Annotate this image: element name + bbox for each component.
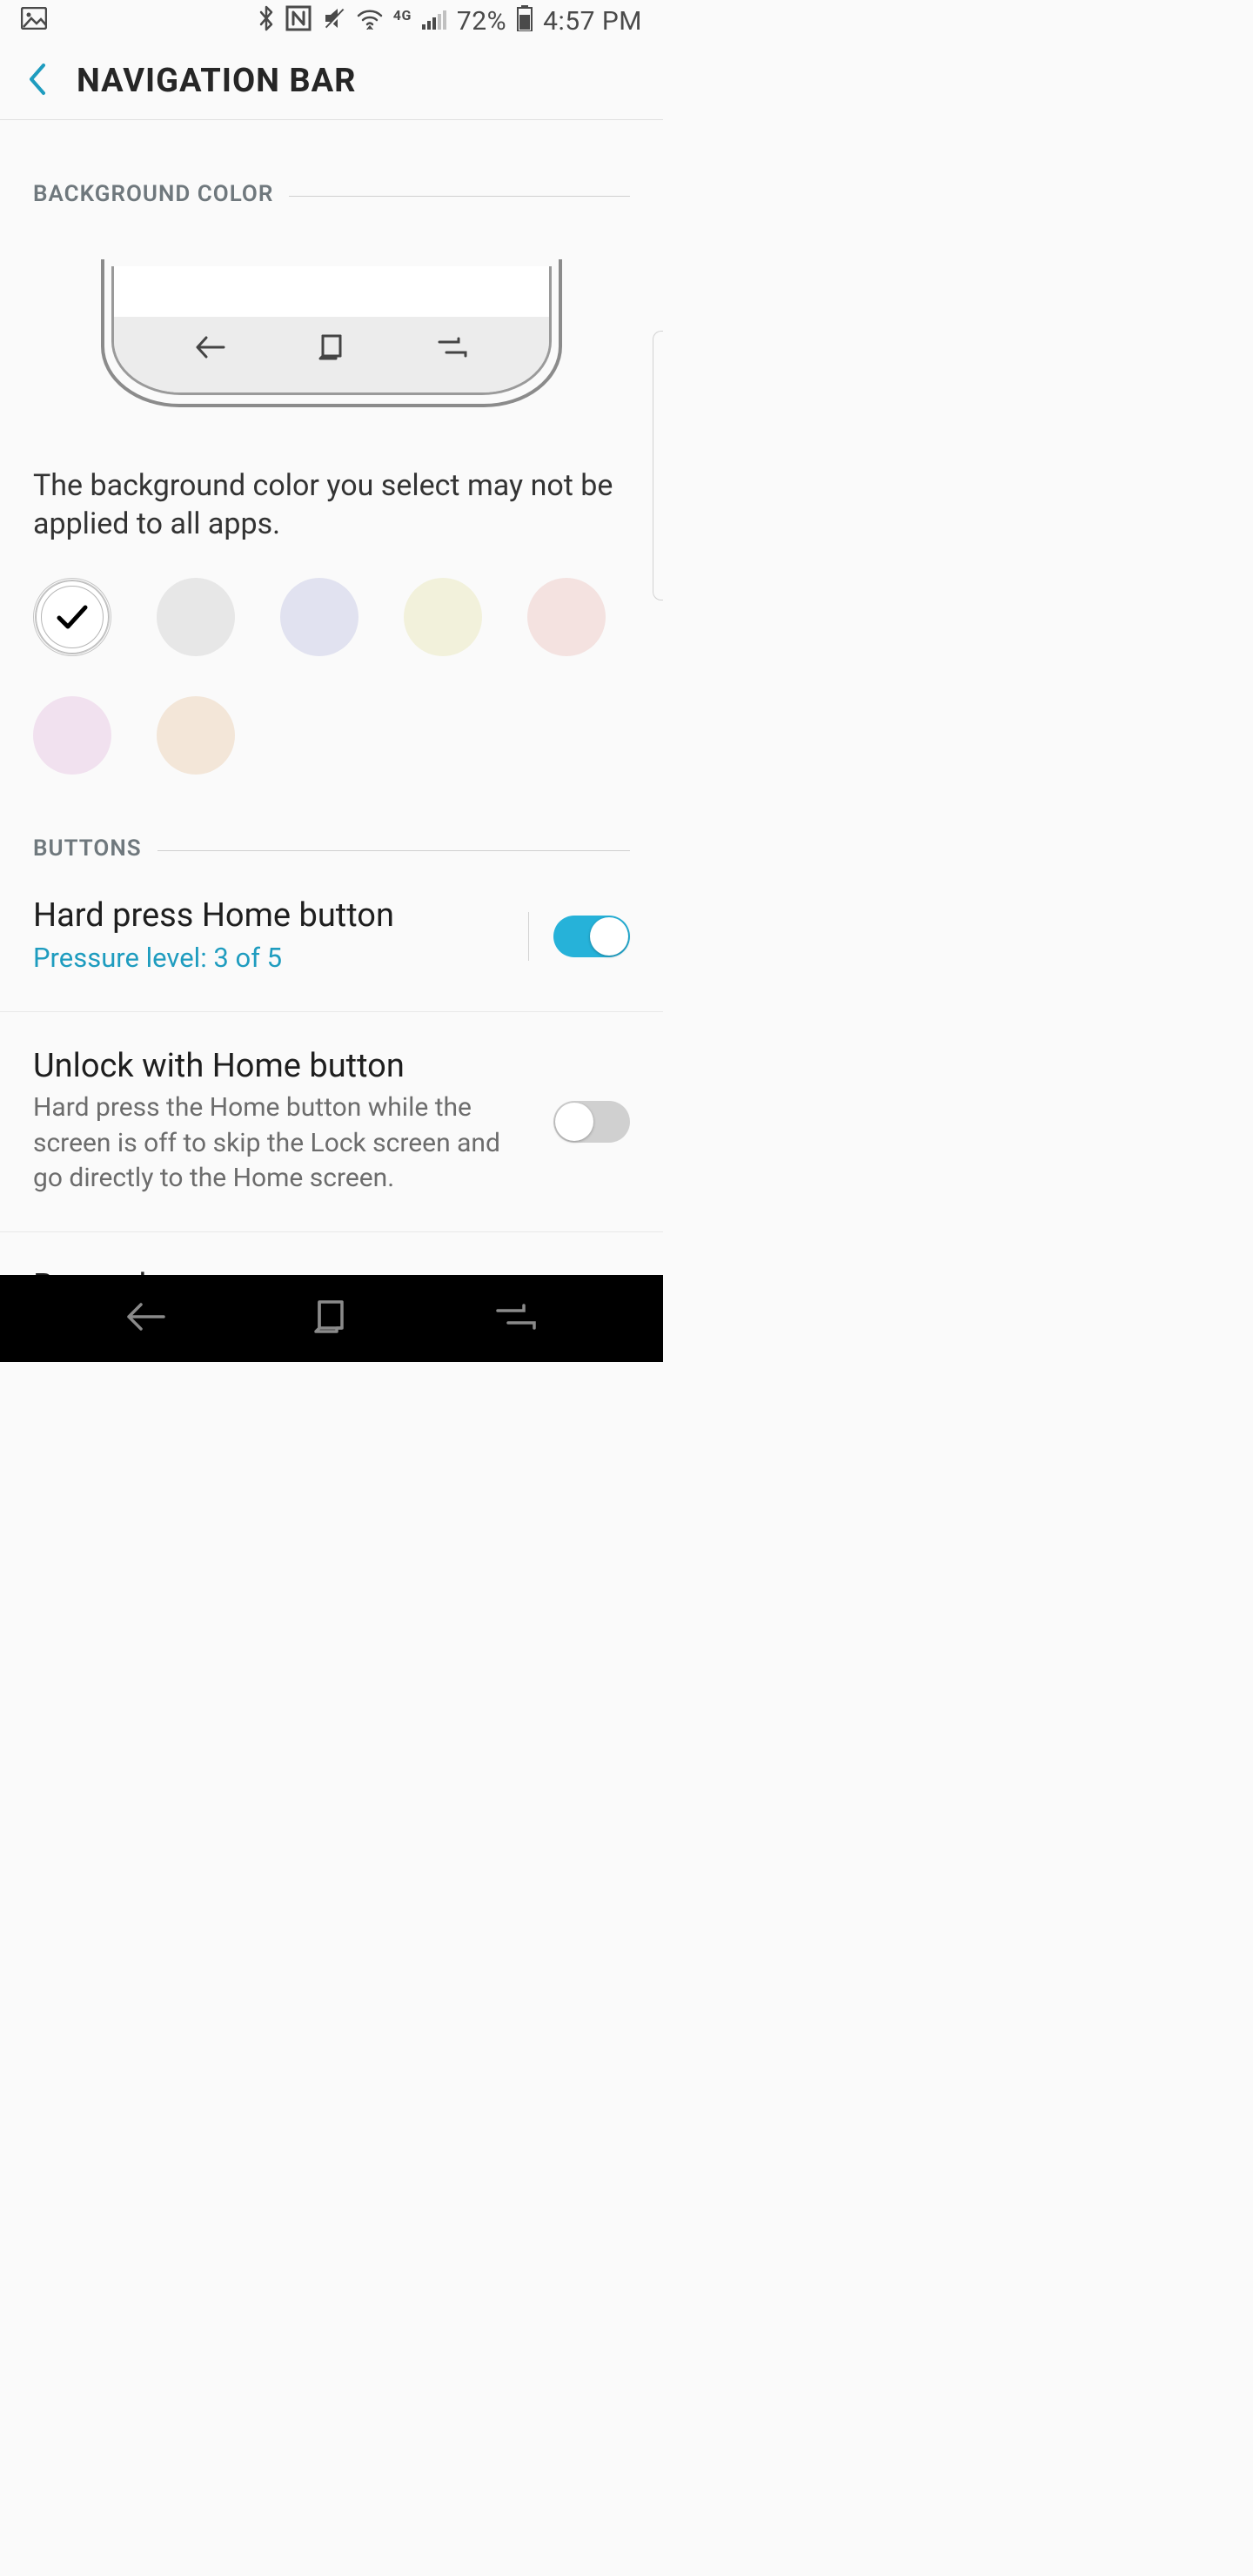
color-swatch-0[interactable] bbox=[33, 578, 111, 656]
mute-icon bbox=[322, 6, 346, 37]
divider bbox=[528, 912, 529, 961]
back-icon[interactable] bbox=[26, 62, 49, 100]
nav-back-icon[interactable] bbox=[125, 1299, 167, 1338]
color-swatch-4[interactable] bbox=[527, 578, 606, 656]
nav-home-icon[interactable] bbox=[313, 1299, 348, 1338]
nav-recents-icon[interactable] bbox=[494, 1301, 538, 1336]
divider bbox=[289, 196, 630, 197]
status-bar: 4G 72% 4:57 PM bbox=[0, 0, 663, 42]
row-title: Hard press Home button bbox=[33, 896, 511, 935]
system-nav-bar bbox=[0, 1275, 663, 1362]
section-header-background: BACKGROUND COLOR bbox=[33, 181, 630, 207]
preview-home-icon bbox=[318, 334, 345, 364]
clock: 4:57 PM bbox=[543, 6, 642, 37]
row-subtitle: Pressure level: 3 of 5 bbox=[33, 940, 511, 976]
network-type-label: 4G bbox=[393, 7, 412, 23]
row-subtitle: Hard press the Home button while the scr… bbox=[33, 1090, 536, 1197]
divider bbox=[157, 850, 630, 851]
color-swatch-6[interactable] bbox=[157, 696, 235, 775]
row-button-layout[interactable]: Button layout Back - Home - Recents bbox=[0, 1232, 663, 1275]
signal-icon bbox=[422, 7, 446, 36]
bluetooth-icon bbox=[258, 5, 275, 37]
color-swatch-3[interactable] bbox=[404, 578, 482, 656]
color-swatch-5[interactable] bbox=[33, 696, 111, 775]
wifi-icon bbox=[357, 7, 383, 36]
app-bar: NAVIGATION BAR bbox=[0, 42, 663, 120]
color-swatch-2[interactable] bbox=[280, 578, 358, 656]
color-swatch-1[interactable] bbox=[157, 578, 235, 656]
battery-percent: 72% bbox=[457, 6, 506, 37]
section-header-buttons-label: BUTTONS bbox=[33, 835, 142, 862]
section-header-buttons: BUTTONS bbox=[33, 835, 630, 862]
row-hard-press-home[interactable]: Hard press Home button Pressure level: 3… bbox=[0, 862, 663, 1012]
row-unlock-home[interactable]: Unlock with Home button Hard press the H… bbox=[0, 1012, 663, 1232]
row-title: Unlock with Home button bbox=[33, 1047, 536, 1085]
page-title: NAVIGATION BAR bbox=[77, 62, 357, 100]
switch-unlock[interactable] bbox=[553, 1101, 630, 1143]
battery-icon bbox=[517, 5, 533, 37]
nfc-icon bbox=[285, 5, 312, 37]
color-swatch-grid bbox=[33, 578, 630, 775]
navbar-preview bbox=[33, 259, 630, 407]
picture-icon bbox=[21, 7, 47, 36]
preview-back-icon bbox=[194, 334, 227, 364]
section-header-background-label: BACKGROUND COLOR bbox=[33, 181, 273, 207]
scroll-indicator[interactable] bbox=[653, 331, 663, 600]
preview-recents-icon bbox=[436, 335, 469, 363]
background-description: The background color you select may not … bbox=[33, 466, 630, 543]
switch-hard-press[interactable] bbox=[553, 916, 630, 957]
row-title: Button layout bbox=[33, 1267, 630, 1275]
content-scroll[interactable]: BACKGROUND COLOR bbox=[0, 120, 663, 1275]
